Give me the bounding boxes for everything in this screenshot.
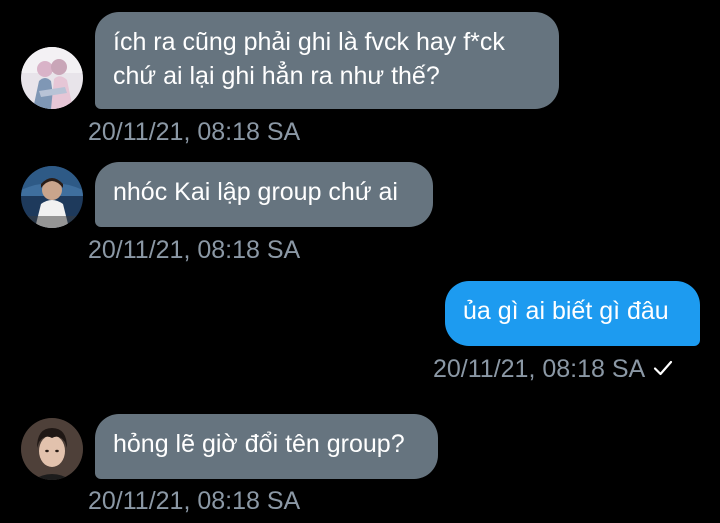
message-bubble[interactable]: ích ra cũng phải ghi là fvck hay f*ck ch… (95, 12, 559, 109)
message-timestamp-text: 20/11/21, 08:18 SA (433, 355, 646, 383)
user-avatar-icon (21, 47, 83, 109)
message-text-line: ích ra cũng phải ghi là fvck hay f*ck (113, 28, 505, 56)
user-avatar-icon (21, 418, 83, 480)
message-timestamp: 20/11/21, 08:18 SA (88, 487, 301, 515)
sender-avatar[interactable] (21, 166, 83, 228)
message-text-line: hỏng lẽ giờ đổi tên group? (113, 430, 405, 458)
message-text-line: nhóc Kai lập group chứ ai (113, 178, 398, 206)
message-timestamp: 20/11/21, 08:18 SA (433, 354, 673, 384)
sender-avatar[interactable] (21, 418, 83, 480)
message-bubble[interactable]: hỏng lẽ giờ đổi tên group? (95, 414, 438, 479)
sender-avatar[interactable] (21, 47, 83, 109)
message-timestamp: 20/11/21, 08:18 SA (88, 118, 301, 146)
message-text-line: ủa gì ai biết gì đâu (463, 297, 669, 325)
message-bubble[interactable]: ủa gì ai biết gì đâu (445, 281, 700, 346)
user-avatar-icon (21, 166, 83, 228)
message-text-line: chứ ai lại ghi hẳn ra như thế? (113, 62, 440, 90)
message-timestamp: 20/11/21, 08:18 SA (88, 236, 301, 264)
checkmark-icon (653, 353, 673, 383)
message-bubble[interactable]: nhóc Kai lập group chứ ai (95, 162, 433, 227)
